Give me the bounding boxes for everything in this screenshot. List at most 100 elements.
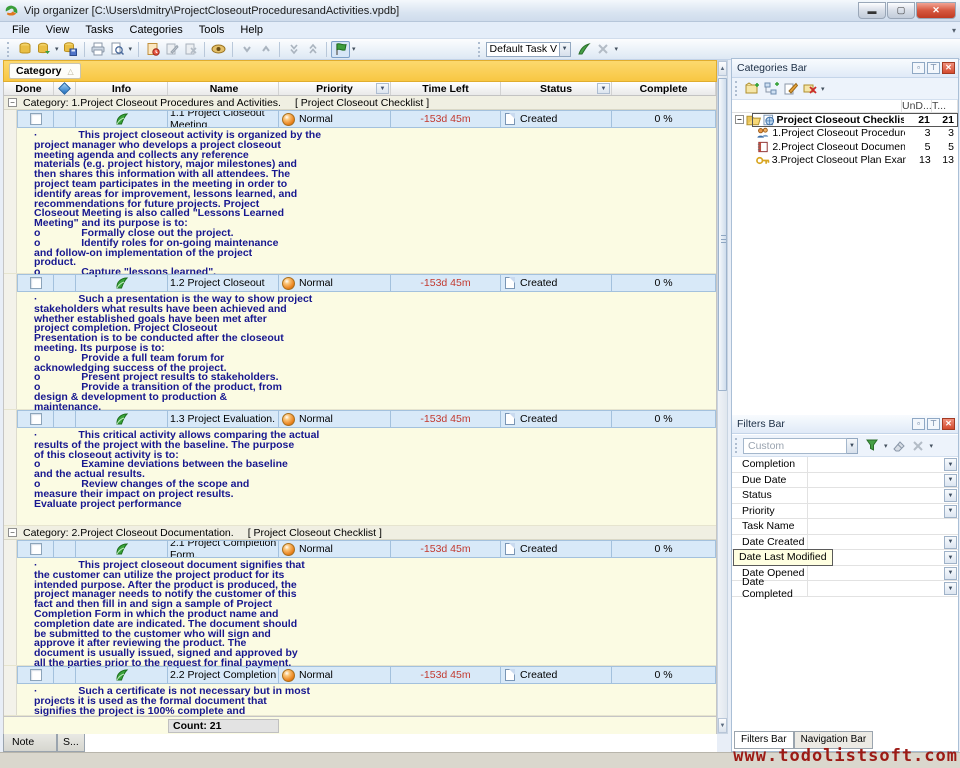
column-header-priority[interactable]: Priority▼ <box>279 82 391 95</box>
menu-item-help[interactable]: Help <box>232 22 271 38</box>
vertical-scrollbar[interactable]: ▲ ▼ <box>717 60 728 734</box>
save-database-button[interactable] <box>61 41 80 58</box>
info-cell[interactable] <box>76 274 168 292</box>
info-cell[interactable] <box>76 540 168 558</box>
filter-dropdown-icon[interactable]: ▼ <box>944 474 957 487</box>
open-database-button[interactable] <box>34 41 53 58</box>
done-cell[interactable] <box>17 666 54 684</box>
filter-dropdown-icon[interactable]: ▼ <box>944 458 957 471</box>
tree-collapse-icon[interactable]: − <box>735 115 744 124</box>
group-by-category-chip[interactable]: Category △ <box>9 63 81 79</box>
add-subcategory-button[interactable] <box>762 80 781 97</box>
print-button[interactable] <box>89 41 108 58</box>
delete-category-button[interactable] <box>800 80 819 97</box>
complete-cell[interactable]: 0 % <box>612 540 716 558</box>
column-header-complete[interactable]: Complete <box>612 82 716 95</box>
status-cell[interactable]: Created <box>501 410 612 428</box>
open-database-dropdown-icon[interactable]: ▾ <box>53 45 61 53</box>
task-row-2-2[interactable]: 2.2 Project Completion Normal -153d 45m … <box>4 666 716 684</box>
info-cell[interactable] <box>76 666 168 684</box>
filter-preset-combo[interactable]: Custom <box>743 438 847 454</box>
task-name-cell[interactable]: 1.2 Project Closeout <box>168 274 279 292</box>
task-row-1-2[interactable]: 1.2 Project Closeout Normal -153d 45m Cr… <box>4 274 716 292</box>
group-row-2[interactable]: − Category: 2.Project Closeout Documenta… <box>4 526 716 540</box>
group-row-1[interactable]: − Category: 1.Project Closeout Procedure… <box>4 96 716 110</box>
task-name-cell[interactable]: 1.3 Project Evaluation. <box>168 410 279 428</box>
column-header-done[interactable]: Done <box>4 82 54 95</box>
panel-close-icon[interactable]: ✕ <box>942 418 955 430</box>
priority-cell[interactable]: Normal <box>279 110 391 128</box>
time-left-cell[interactable]: -153d 45m <box>391 274 501 292</box>
filter-dropdown-icon[interactable]: ▼ <box>944 551 957 564</box>
column-header-time-left[interactable]: Time Left <box>391 82 501 95</box>
info-cell[interactable] <box>76 110 168 128</box>
print-preview-button[interactable] <box>108 41 127 58</box>
done-cell[interactable] <box>17 410 54 428</box>
done-checkbox[interactable] <box>30 113 42 125</box>
status-cell[interactable]: Created <box>501 110 612 128</box>
task-view-combo-dropdown-icon[interactable]: ▼ <box>560 42 571 57</box>
info-cell[interactable] <box>76 410 168 428</box>
priority-cell[interactable]: Normal <box>279 540 391 558</box>
complete-cell[interactable]: 0 % <box>612 666 716 684</box>
print-preview-dropdown-icon[interactable]: ▾ <box>127 45 135 53</box>
subtasks-tab[interactable]: S... <box>57 734 85 752</box>
column-header-status[interactable]: Status▼ <box>501 82 612 95</box>
panel-pin-icon[interactable]: ⊤ <box>927 62 940 74</box>
note-tab[interactable]: Note <box>3 734 57 752</box>
maximize-button[interactable]: ▢ <box>887 2 915 19</box>
note-row-2-2[interactable]: · Such a certificate is not necessary bu… <box>4 684 716 716</box>
task-row-2-1[interactable]: 2.1 Project Completion Form. Normal -153… <box>4 540 716 558</box>
tree-item-procedures[interactable]: 1.Project Closeout Procedures 3 3 <box>732 127 958 141</box>
done-cell[interactable] <box>17 110 54 128</box>
scroll-up-button[interactable]: ▲ <box>718 61 727 76</box>
clear-filter-button[interactable] <box>890 437 909 454</box>
task-name-cell[interactable]: 2.1 Project Completion Form. <box>168 540 279 558</box>
minimize-button[interactable]: ▬ <box>858 2 886 19</box>
filter-row-date-last-modified[interactable]: Date Last Modified ▼ <box>732 550 958 566</box>
filter-row-date-completed[interactable]: Date Completed ▼ <box>732 581 958 597</box>
filter-row-task-name[interactable]: Task Name <box>732 519 958 535</box>
apply-view-button[interactable] <box>575 41 594 58</box>
menu-item-tools[interactable]: Tools <box>191 22 233 38</box>
task-name-cell[interactable]: 1.1 Project Closeout Meeting. <box>168 110 279 128</box>
done-checkbox[interactable] <box>30 543 42 555</box>
priority-cell[interactable]: Normal <box>279 274 391 292</box>
task-view-flag-button[interactable] <box>331 41 350 58</box>
show-notes-button[interactable] <box>209 41 228 58</box>
status-cell[interactable]: Created <box>501 666 612 684</box>
column-header-name[interactable]: Name <box>168 82 279 95</box>
menu-item-view[interactable]: View <box>38 22 78 38</box>
filter-row-due-date[interactable]: Due Date ▼ <box>732 473 958 489</box>
complete-cell[interactable]: 0 % <box>612 410 716 428</box>
menu-item-categories[interactable]: Categories <box>122 22 191 38</box>
apply-filter-button[interactable] <box>863 437 882 454</box>
task-row-1-3[interactable]: 1.3 Project Evaluation. Normal -153d 45m… <box>4 410 716 428</box>
scroll-thumb[interactable] <box>718 78 727 391</box>
status-cell[interactable]: Created <box>501 274 612 292</box>
panel-close-icon[interactable]: ✕ <box>942 62 955 74</box>
scroll-down-button[interactable]: ▼ <box>718 718 727 733</box>
priority-filter-button[interactable]: ▼ <box>376 83 389 94</box>
complete-cell[interactable]: 0 % <box>612 274 716 292</box>
filter-row-date-created[interactable]: Date Created ▼ <box>732 535 958 551</box>
filter-dropdown-icon[interactable]: ▼ <box>944 567 957 580</box>
panel-restore-icon[interactable]: ▫ <box>912 62 925 74</box>
complete-cell[interactable]: 0 % <box>612 110 716 128</box>
filter-row-priority[interactable]: Priority ▼ <box>732 504 958 520</box>
categories-toolbar-overflow-icon[interactable]: ▾ <box>819 85 827 93</box>
tree-item-documentation[interactable]: 2.Project Closeout Documenta 5 5 <box>732 140 958 154</box>
new-database-button[interactable] <box>15 41 34 58</box>
status-cell[interactable]: Created <box>501 540 612 558</box>
panel-restore-icon[interactable]: ▫ <box>912 418 925 430</box>
priority-cell[interactable]: Normal <box>279 666 391 684</box>
done-checkbox[interactable] <box>30 277 42 289</box>
filter-row-completion[interactable]: Completion ▼ <box>732 457 958 473</box>
done-checkbox[interactable] <box>30 669 42 681</box>
time-left-cell[interactable]: -153d 45m <box>391 110 501 128</box>
collapse-group-icon[interactable]: − <box>8 528 17 537</box>
tree-item-checklist[interactable]: − Project Closeout Checklist 21 21 <box>732 113 958 127</box>
view-toolbar-overflow-icon[interactable]: ▾ <box>613 45 621 53</box>
done-cell[interactable] <box>17 540 54 558</box>
filter-row-status[interactable]: Status ▼ <box>732 488 958 504</box>
